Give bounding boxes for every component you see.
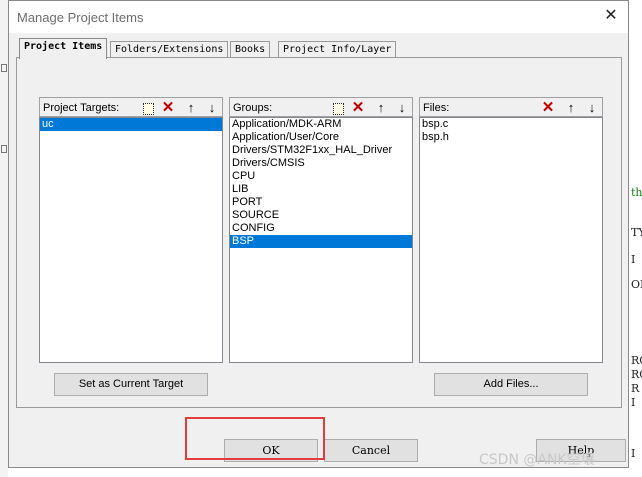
arrow-up-icon[interactable]: ↑ xyxy=(562,99,580,116)
arrow-down-icon[interactable]: ↓ xyxy=(583,99,601,116)
tab-project-info-layer[interactable]: Project Info/Layer xyxy=(278,41,397,58)
list-item[interactable]: PORT xyxy=(230,196,412,209)
targets-header: Project Targets: ✕ ↑ ↓ xyxy=(39,97,223,117)
delete-icon[interactable]: ✕ xyxy=(349,99,367,116)
tab-panel: Project Targets: ✕ ↑ ↓ uc Groups: ✕ ↑ ↓ … xyxy=(16,57,622,408)
delete-icon[interactable]: ✕ xyxy=(159,99,177,116)
fold-marker-icon xyxy=(1,145,7,153)
delete-icon[interactable]: ✕ xyxy=(539,99,557,116)
list-item[interactable]: LIB xyxy=(230,183,412,196)
list-item[interactable]: CONFIG xyxy=(230,222,412,235)
list-item[interactable]: Drivers/STM32F1xx_HAL_Driver xyxy=(230,144,412,157)
background-editor-code: th TY I OR RC RC R I I xyxy=(629,0,642,477)
list-item[interactable]: bsp.c xyxy=(420,118,602,131)
cancel-button[interactable]: Cancel xyxy=(324,439,418,462)
arrow-up-icon[interactable]: ↑ xyxy=(182,99,200,116)
list-item[interactable]: CPU xyxy=(230,170,412,183)
tab-project-items[interactable]: Project Items xyxy=(19,38,108,59)
arrow-down-icon[interactable]: ↓ xyxy=(393,99,411,116)
new-item-icon[interactable] xyxy=(328,99,346,116)
list-item[interactable]: Application/User/Core xyxy=(230,131,412,144)
targets-header-label: Project Targets: xyxy=(43,102,120,114)
arrow-down-icon[interactable]: ↓ xyxy=(203,99,221,116)
targets-list[interactable]: uc xyxy=(39,117,223,363)
set-current-target-button[interactable]: Set as Current Target xyxy=(54,373,208,396)
new-item-icon[interactable] xyxy=(138,99,156,116)
watermark: CSDN @ANK空壤 xyxy=(479,452,595,468)
add-files-button[interactable]: Add Files... xyxy=(434,373,588,396)
dialog-titlebar: Manage Project Items ✕ xyxy=(9,1,628,33)
background-editor-gutter xyxy=(0,0,8,477)
tab-folders-extensions[interactable]: Folders/Extensions xyxy=(110,41,229,58)
list-item[interactable]: BSP xyxy=(230,235,412,248)
tab-books[interactable]: Books xyxy=(230,41,271,58)
files-list[interactable]: bsp.c bsp.h xyxy=(419,117,603,363)
files-header-label: Files: xyxy=(423,102,450,114)
groups-header-label: Groups: xyxy=(233,102,273,114)
close-icon[interactable]: ✕ xyxy=(600,5,622,27)
files-header: Files: ✕ ↑ ↓ xyxy=(419,97,603,117)
list-item[interactable]: Drivers/CMSIS xyxy=(230,157,412,170)
groups-header: Groups: ✕ ↑ ↓ xyxy=(229,97,413,117)
ok-highlight-box xyxy=(185,417,325,460)
arrow-up-icon[interactable]: ↑ xyxy=(372,99,390,116)
groups-list[interactable]: Application/MDK-ARM Application/User/Cor… xyxy=(229,117,413,363)
list-item[interactable]: SOURCE xyxy=(230,209,412,222)
fold-marker-icon xyxy=(1,64,7,72)
list-item[interactable]: Application/MDK-ARM xyxy=(230,118,412,131)
manage-project-items-dialog: Manage Project Items ✕ Project Items Fol… xyxy=(8,0,629,468)
list-item[interactable]: bsp.h xyxy=(420,131,602,144)
list-item[interactable]: uc xyxy=(40,118,222,131)
dialog-title: Manage Project Items xyxy=(17,10,144,25)
